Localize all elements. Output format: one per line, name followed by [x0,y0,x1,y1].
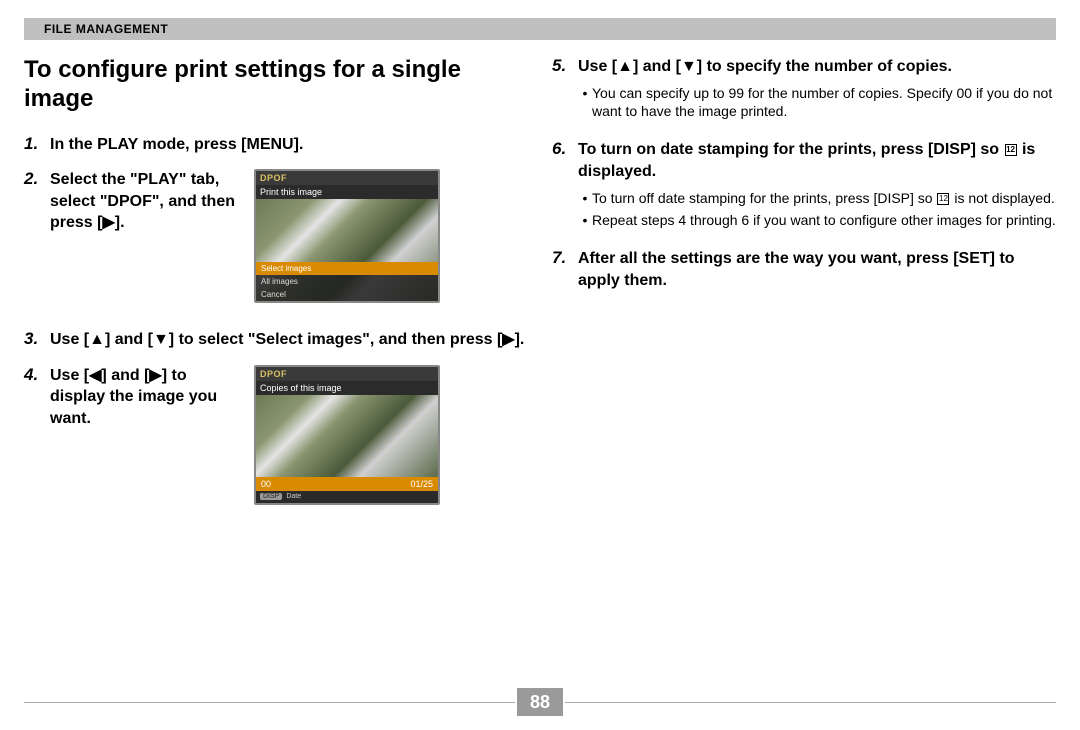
manual-page: FILE MANAGEMENT To configure print setti… [0,0,1080,730]
step-5-text: Use [▲] and [▼] to specify the number of… [578,56,1056,78]
step-number: 4. [24,365,50,505]
scr1-subtitle: Print this image [256,185,438,199]
page-number: 88 [517,688,563,716]
step-4-text: Use [◀] and [▶] to display the image you… [50,365,240,505]
scr2-bottom-bar: DISP Date [256,491,438,503]
step-number: 3. [24,329,50,351]
scr2-title: DPOF [256,367,438,381]
scr2-disp-tag: DISP [260,493,282,500]
step-number: 2. [24,169,50,303]
scr2-copies: 00 [261,479,271,489]
scr1-menu: Select images All images Cancel [256,262,438,301]
section-header-bar: FILE MANAGEMENT [24,18,1056,40]
page-title: To configure print settings for a single… [24,56,528,114]
step-1: 1. In the PLAY mode, press [MENU]. [24,134,528,156]
scr2-frame: 01/25 [410,479,433,489]
content-columns: To configure print settings for a single… [24,40,1056,676]
step-1-text: In the PLAY mode, press [MENU]. [50,134,528,156]
page-footer: 88 [24,684,1056,720]
step-number: 6. [552,139,578,234]
step-6-bullet-2: Repeat steps 4 through 6 if you want to … [578,211,1056,230]
step-number: 1. [24,134,50,156]
step-number: 7. [552,248,578,291]
selection-dot-icon [427,266,433,272]
scr2-subtitle: Copies of this image [256,381,438,395]
step-4: 4. Use [◀] and [▶] to display the image … [24,365,528,505]
step-6-bullet-1: To turn off date stamping for the prints… [578,189,1056,208]
step-7-text: After all the settings are the way you w… [578,248,1056,291]
scr1-menu-item: Cancel [256,288,438,301]
scr1-menu-item: All images [256,275,438,288]
scr2-date-txt: Date [286,493,301,500]
scr1-title: DPOF [256,171,438,185]
scr1-image: Select images All images Cancel [256,199,438,301]
left-column: To configure print settings for a single… [24,56,528,676]
step-6: 6. To turn on date stamping for the prin… [552,139,1056,234]
step-3-text: Use [▲] and [▼] to select "Select images… [50,329,528,351]
camera-screenshot-2: DPOF Copies of this image 00 01/25 DISP … [254,365,440,505]
right-column: 5. Use [▲] and [▼] to specify the number… [552,56,1056,676]
datestamp-off-icon: 12 [937,193,949,205]
steps-left: 1. In the PLAY mode, press [MENU]. 2. Se… [24,134,528,519]
step-2-text: Select the "PLAY" tab, select "DPOF", an… [50,169,240,303]
section-header-text: FILE MANAGEMENT [44,22,168,36]
step-5: 5. Use [▲] and [▼] to specify the number… [552,56,1056,125]
scr2-copies-bar: 00 01/25 [256,477,438,491]
step-5-bullet: You can specify up to 99 for the number … [578,84,1056,122]
step-3: 3. Use [▲] and [▼] to select "Select ima… [24,329,528,351]
step-2: 2. Select the "PLAY" tab, select "DPOF",… [24,169,528,303]
datestamp-on-icon: 12 [1005,144,1017,156]
footer-rule-left [24,702,515,703]
step-7: 7. After all the settings are the way yo… [552,248,1056,291]
step-number: 5. [552,56,578,125]
scr1-menu-selected: Select images [256,262,438,275]
step-6-text: To turn on date stamping for the prints,… [578,139,1056,182]
scr2-image [256,395,438,477]
steps-right: 5. Use [▲] and [▼] to specify the number… [552,56,1056,306]
camera-screenshot-1: DPOF Print this image Select images All … [254,169,440,303]
footer-rule-right [565,702,1056,703]
